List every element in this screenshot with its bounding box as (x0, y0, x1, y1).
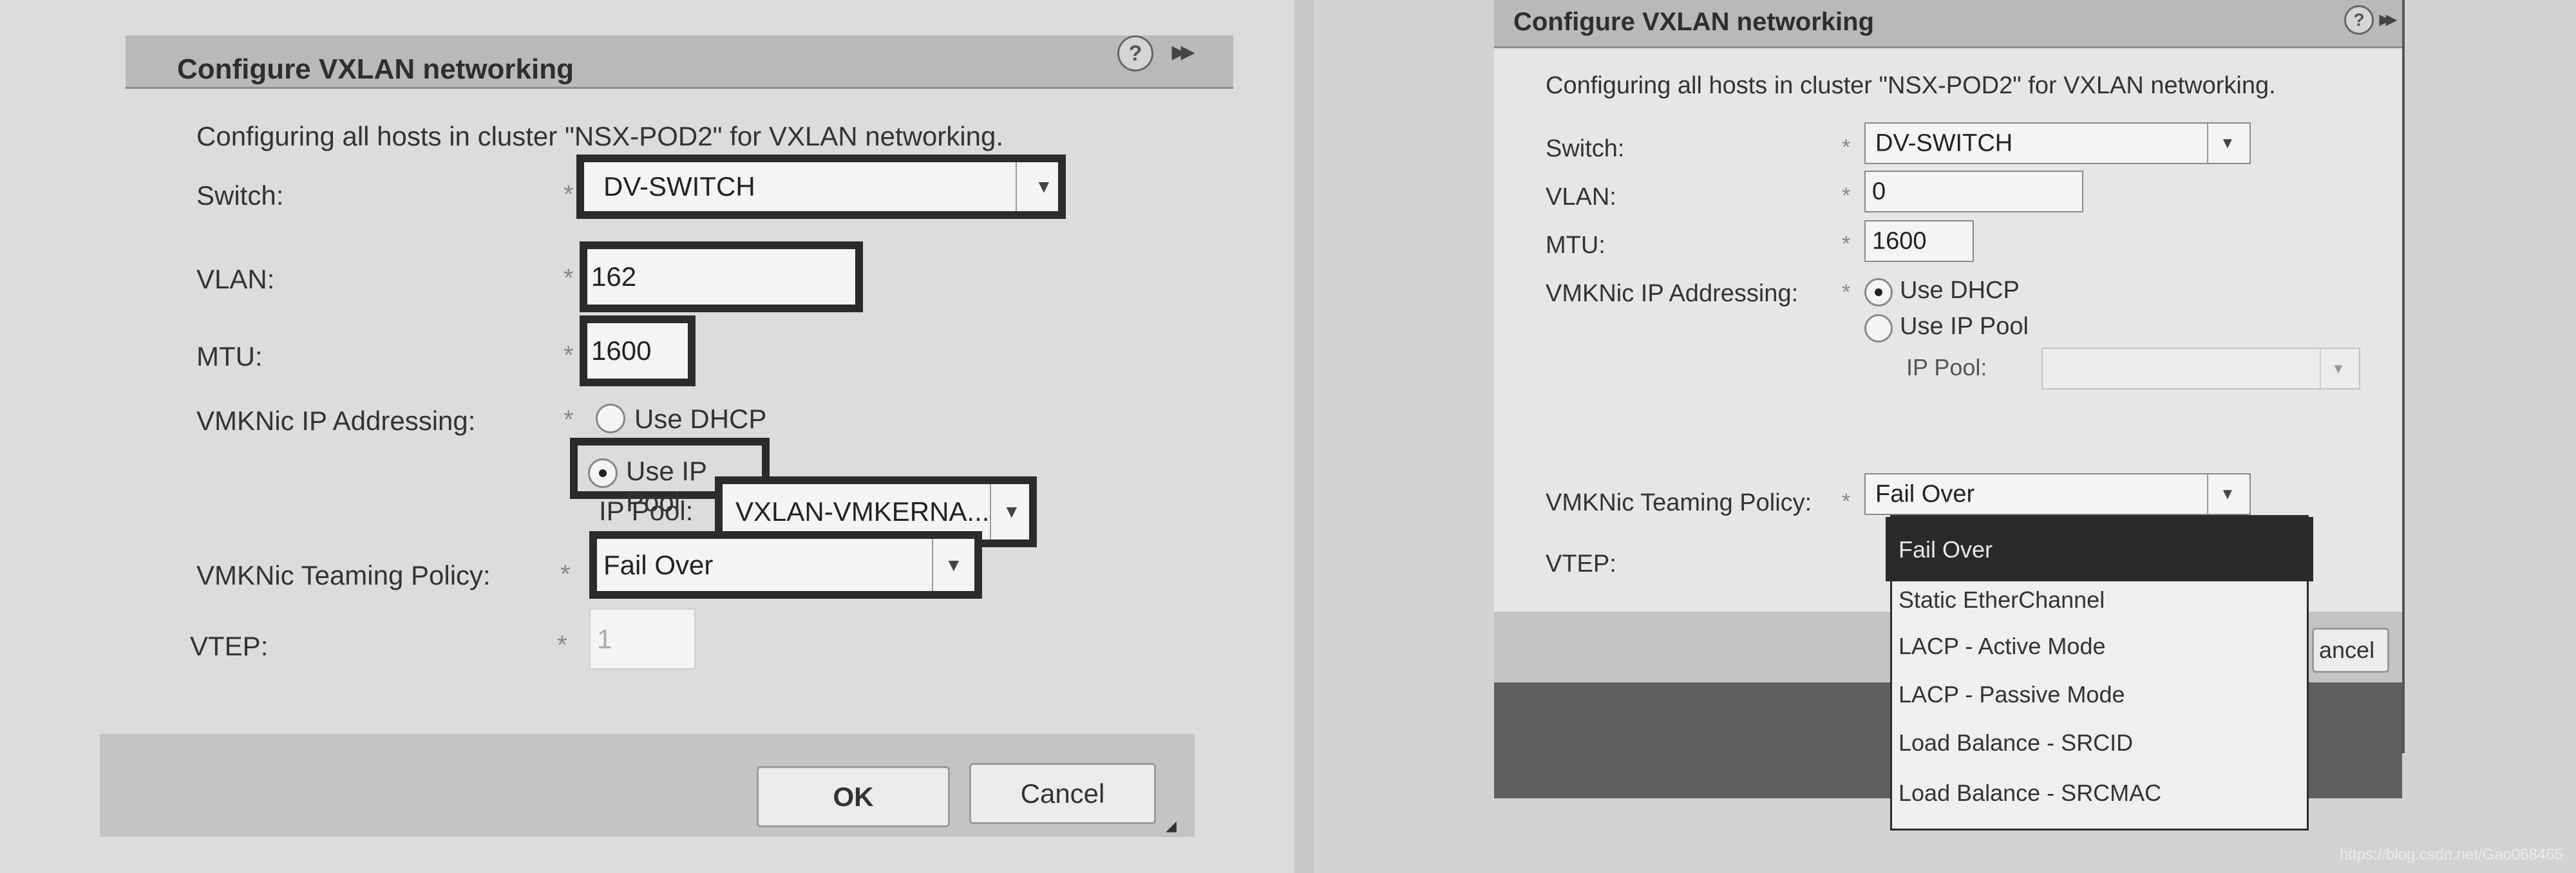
use-ip-pool-label: Use IP Pool (1900, 313, 2029, 340)
dialog-description: Configuring all hosts in cluster "NSX-PO… (196, 121, 1004, 151)
required-icon: * (564, 264, 574, 292)
vtep-input: 1 (589, 608, 696, 670)
teaming-policy-dropdown-menu: Fail Over Static EtherChannel LACP - Act… (1886, 515, 2313, 831)
switch-label: Switch: (1546, 135, 1625, 162)
chevron-down-icon: ▼ (2331, 360, 2345, 377)
mtu-input[interactable]: 1600 (1864, 220, 1974, 262)
dialog-description: Configuring all hosts in cluster "NSX-PO… (1546, 72, 2276, 99)
menu-item-lacp-passive[interactable]: LACP - Passive Mode (1892, 671, 2307, 720)
teaming-policy-select[interactable]: Fail Over ▼ (589, 531, 982, 599)
chevron-down-icon: ▼ (2220, 134, 2235, 152)
required-icon: * (1842, 232, 1851, 256)
help-icon[interactable]: ? (1117, 35, 1153, 71)
vtep-label: VTEP: (1546, 550, 1616, 577)
switch-label: Switch: (196, 180, 284, 211)
use-ip-pool-radio[interactable] (588, 458, 618, 488)
ip-pool-label: IP Pool: (599, 496, 694, 526)
dialog-footer: OK Cancel ◢ (100, 734, 1195, 837)
menu-item-load-balance-srcmac[interactable]: Load Balance - SRCMAC (1892, 768, 2307, 820)
cancel-button[interactable]: Cancel (969, 763, 1156, 824)
required-icon: * (560, 560, 571, 588)
vlan-label: VLAN: (1546, 183, 1616, 211)
menu-item-static-etherchannel[interactable]: Static EtherChannel (1892, 581, 2307, 623)
vmknic-ip-addressing-label: VMKNic IP Addressing: (1546, 280, 1799, 307)
use-dhcp-label: Use DHCP (634, 404, 767, 434)
mtu-label: MTU: (1546, 232, 1605, 259)
use-dhcp-radio[interactable] (596, 404, 625, 433)
required-icon: * (1842, 489, 1851, 514)
mtu-label: MTU: (196, 341, 263, 371)
required-icon: * (564, 180, 574, 209)
use-dhcp-label: Use DHCP (1900, 277, 2020, 304)
chevron-down-icon: ▼ (1003, 502, 1021, 521)
menu-item-fail-over[interactable]: Fail Over (1886, 517, 2313, 581)
menu-item-load-balance-srcid[interactable]: Load Balance - SRCID (1892, 720, 2307, 768)
dialog-titlebar: Configure VXLAN networking ? ▸▸ (126, 35, 1233, 89)
chevron-down-icon: ▼ (1035, 176, 1053, 196)
required-icon: * (564, 341, 574, 370)
help-icon[interactable]: ? (2344, 5, 2374, 35)
resize-grip-icon[interactable]: ◢ (1166, 818, 1177, 834)
ip-pool-label: IP Pool: (1906, 354, 1987, 380)
vmknic-teaming-policy-label: VMKNic Teaming Policy: (1546, 489, 1812, 516)
vmknic-ip-addressing-label: VMKNic IP Addressing: (196, 406, 476, 436)
required-icon: * (564, 406, 574, 434)
switch-select[interactable]: DV-SWITCH ▼ (1864, 122, 2251, 164)
left-configure-vxlan-dialog: Configure VXLAN networking ? ▸▸ Configur… (100, 19, 1233, 856)
dialog-title: Configure VXLAN networking (177, 53, 574, 85)
required-icon: * (1842, 183, 1851, 208)
mtu-input[interactable]: 1600 (580, 315, 696, 386)
vmknic-teaming-policy-label: VMKNic Teaming Policy: (196, 560, 491, 590)
teaming-policy-select[interactable]: Fail Over ▼ (1864, 473, 2251, 515)
ok-button[interactable]: OK (757, 766, 950, 827)
vtep-label: VTEP: (190, 631, 269, 661)
cancel-button[interactable]: ancel (2312, 628, 2389, 673)
page-gutter (1294, 0, 1314, 873)
required-icon: * (1842, 280, 1851, 305)
expand-icon[interactable]: ▸▸ (2380, 6, 2396, 31)
dialog-titlebar: Configure VXLAN networking ? ▸▸ (1494, 0, 2402, 48)
dialog-border (2402, 0, 2405, 753)
vlan-label: VLAN: (196, 264, 275, 294)
ip-pool-select: ▼ (2041, 348, 2360, 390)
expand-icon[interactable]: ▸▸ (1172, 37, 1194, 66)
chevron-down-icon: ▼ (945, 554, 963, 575)
watermark: https://blog.csdn.net/Gao068465 (2340, 846, 2563, 863)
chevron-down-icon: ▼ (2220, 485, 2235, 503)
menu-item-lacp-active[interactable]: LACP - Active Mode (1892, 623, 2307, 671)
use-ip-pool-radio[interactable] (1864, 314, 1893, 343)
switch-select[interactable]: DV-SWITCH ▼ (576, 155, 1066, 219)
required-icon: * (1842, 135, 1851, 160)
use-dhcp-radio[interactable] (1864, 278, 1893, 306)
vlan-input[interactable]: 0 (1864, 171, 2083, 212)
vlan-input[interactable]: 162 (580, 241, 863, 312)
required-icon: * (557, 631, 567, 659)
dialog-title: Configure VXLAN networking (1513, 8, 1874, 36)
